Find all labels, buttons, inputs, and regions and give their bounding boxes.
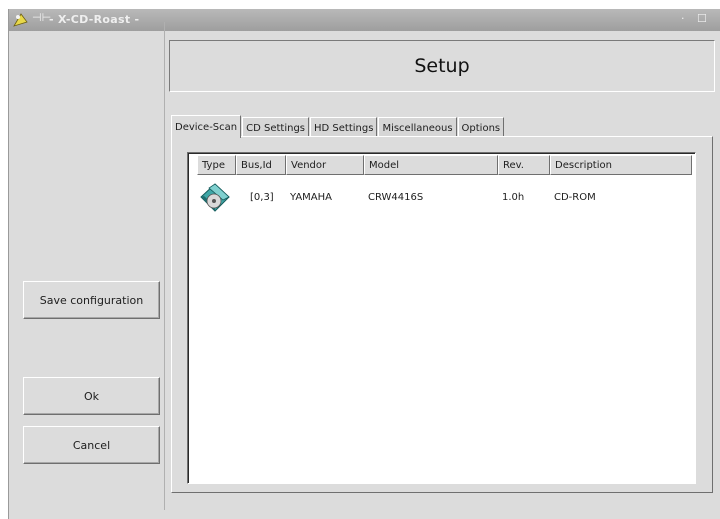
panel-divider (164, 22, 165, 510)
column-header-description[interactable]: Description (550, 155, 692, 175)
page-title: Setup (169, 40, 715, 92)
maximize-button[interactable]: ☐ (697, 12, 707, 25)
device-list[interactable]: Type Bus,Id Vendor Model Rev. Descriptio… (187, 152, 696, 484)
model-cell: CRW4416S (368, 191, 424, 203)
column-header-rev[interactable]: Rev. (498, 155, 550, 175)
column-header-vendor[interactable]: Vendor (286, 155, 364, 175)
device-type-cell (197, 179, 236, 215)
device-list-header: Type Bus,Id Vendor Model Rev. Descriptio… (197, 155, 692, 175)
description-cell: CD-ROM (554, 191, 596, 203)
column-header-type[interactable]: Type (197, 155, 236, 175)
ok-button[interactable]: Ok (23, 377, 160, 415)
title-bar[interactable]: ⊣⊢ - X-CD-Roast - · ☐ (9, 9, 720, 31)
minimize-button[interactable]: · (681, 12, 685, 25)
left-panel: Save configuration Ok Cancel (9, 31, 171, 519)
column-header-model[interactable]: Model (364, 155, 498, 175)
tab-device-scan[interactable]: Device-Scan (171, 115, 242, 138)
app-icon (13, 13, 28, 27)
tab-bar: Device-Scan CD Settings HD Settings Misc… (171, 115, 505, 139)
bus-id-cell: [0,3] (250, 191, 274, 203)
rev-cell: 1.0h (502, 191, 525, 203)
vendor-cell: YAMAHA (290, 191, 333, 203)
cancel-button[interactable]: Cancel (23, 426, 160, 464)
save-configuration-button[interactable]: Save configuration (23, 281, 160, 319)
cdrom-drive-icon (200, 183, 230, 212)
table-row[interactable]: [0,3] YAMAHA CRW4416S 1.0h CD-ROM (197, 179, 692, 215)
window-title: - X-CD-Roast - (49, 13, 140, 26)
column-header-bus-id[interactable]: Bus,Id (236, 155, 286, 175)
